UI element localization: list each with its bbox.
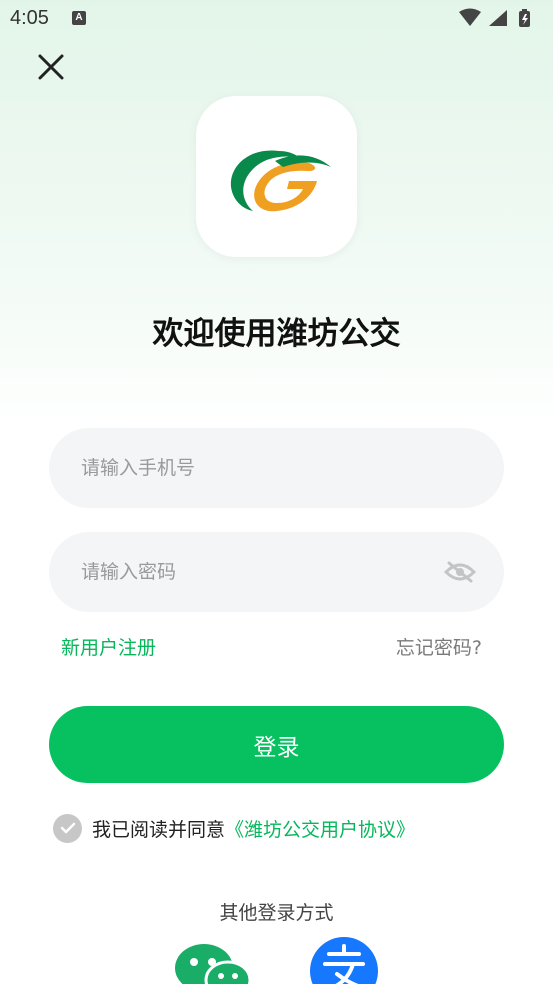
agreement-checkbox[interactable] <box>53 813 82 843</box>
password-field[interactable] <box>49 532 504 612</box>
forgot-password-link[interactable]: 忘记密码? <box>396 633 482 660</box>
wechat-icon <box>175 944 250 984</box>
alipay-icon <box>310 937 378 984</box>
weifang-bus-logo-icon <box>230 149 331 211</box>
wechat-login-button[interactable] <box>174 942 250 984</box>
signal-icon <box>489 10 507 26</box>
user-agreement-link[interactable]: 《潍坊公交用户协议》 <box>225 815 415 842</box>
other-login-title: 其他登录方式 <box>219 902 334 924</box>
notification-a-icon: A <box>72 11 86 25</box>
battery-icon <box>519 9 530 27</box>
register-link[interactable]: 新用户注册 <box>61 633 156 660</box>
agreement-text: 我已阅读并同意 <box>92 818 226 841</box>
close-icon <box>38 54 64 80</box>
eye-closed-icon <box>444 561 476 583</box>
password-input[interactable] <box>81 532 421 612</box>
agreement-row: 我已阅读并同意 《潍坊公交用户协议》 <box>53 813 415 843</box>
alipay-login-button[interactable] <box>309 936 379 984</box>
phone-field[interactable] <box>49 428 504 508</box>
toggle-password-visibility-button[interactable] <box>442 554 478 590</box>
phone-input[interactable] <box>81 428 421 508</box>
app-logo <box>196 96 357 257</box>
welcome-title: 欢迎使用潍坊公交 <box>152 316 401 352</box>
close-button[interactable] <box>30 46 72 88</box>
login-button[interactable]: 登录 <box>49 706 504 783</box>
status-time: 4:05 <box>10 7 49 29</box>
checkmark-icon <box>60 822 75 834</box>
status-icons <box>457 8 541 28</box>
wifi-icon <box>459 8 481 26</box>
